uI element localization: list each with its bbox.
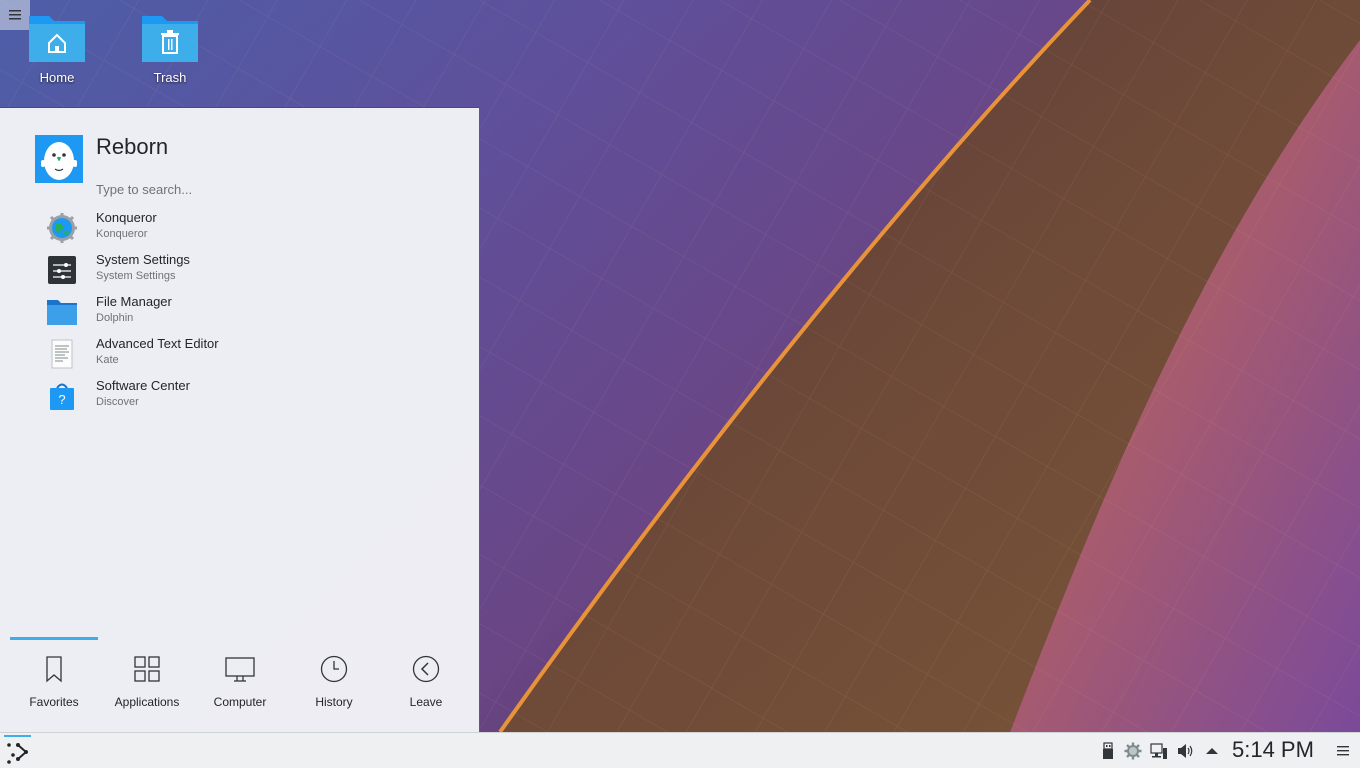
favorites-list: Konqueror Konqueror System Settings Syst…: [0, 206, 480, 416]
tab-label: Leave: [409, 695, 443, 709]
favorite-item-file-manager[interactable]: File Manager Dolphin: [0, 290, 480, 332]
favorite-item-system-settings[interactable]: System Settings System Settings: [0, 248, 480, 290]
home-folder-icon: [29, 16, 85, 62]
favorite-item-name: Konqueror: [96, 210, 157, 225]
volume-icon[interactable]: [1176, 742, 1194, 760]
tab-favorites[interactable]: Favorites: [9, 648, 99, 718]
tab-leave[interactable]: Leave: [381, 648, 471, 718]
applications-grid-icon: [134, 656, 160, 682]
software-center-icon: ?: [50, 383, 74, 410]
favorite-item-description: Dolphin: [96, 312, 134, 324]
taskbar-panel: 5:14 PM: [0, 732, 1360, 768]
system-settings-icon: [48, 256, 76, 284]
active-tab-indicator: [10, 637, 98, 640]
tab-label: Applications: [114, 695, 180, 709]
application-launcher: Reborn Konqueror Konqueror: [0, 107, 480, 732]
svg-text:?: ?: [58, 392, 65, 407]
bookmark-icon: [46, 656, 62, 683]
updates-gear-icon[interactable]: [1124, 742, 1142, 760]
desktop-icon-home[interactable]: Home: [17, 10, 97, 96]
user-avatar-icon[interactable]: [35, 135, 83, 183]
favorite-item-description: Discover: [96, 396, 139, 408]
desktop-icon-label: Home: [39, 70, 75, 85]
network-icon[interactable]: [1150, 742, 1168, 760]
launcher-tabs: Favorites Applications Computer History …: [0, 648, 480, 718]
desktop-icon-trash[interactable]: Trash: [130, 10, 210, 96]
tab-computer[interactable]: Computer: [195, 648, 285, 718]
text-editor-icon: [51, 339, 73, 369]
tab-history[interactable]: History: [289, 648, 379, 718]
leave-icon: [412, 655, 440, 683]
favorite-item-konqueror[interactable]: Konqueror Konqueror: [0, 206, 480, 248]
favorite-item-description: Konqueror: [96, 228, 148, 240]
tab-label: Computer: [213, 695, 267, 709]
favorite-item-name: File Manager: [96, 294, 172, 309]
konqueror-icon: [47, 213, 77, 243]
clock-icon: [320, 655, 348, 683]
digital-clock[interactable]: 5:14 PM: [1232, 737, 1314, 763]
desktop-icon-label: Trash: [153, 70, 187, 85]
tab-label: Favorites: [29, 695, 79, 709]
favorite-item-name: System Settings: [96, 252, 190, 267]
user-name: Reborn: [96, 134, 169, 159]
expand-tray-arrow-icon[interactable]: [1203, 742, 1221, 760]
favorite-item-text-editor[interactable]: Advanced Text Editor Kate: [0, 332, 480, 374]
computer-icon: [225, 657, 255, 682]
favorite-item-software-center[interactable]: ? Software Center Discover: [0, 374, 480, 416]
panel-options-icon[interactable]: [1336, 744, 1350, 758]
plasma-kicker-icon[interactable]: [4, 735, 32, 765]
favorite-item-description: Kate: [96, 354, 119, 366]
usb-device-icon[interactable]: [1099, 742, 1117, 760]
tab-label: History: [315, 695, 353, 709]
favorite-item-description: System Settings: [96, 270, 176, 282]
favorite-item-name: Advanced Text Editor: [96, 336, 219, 351]
favorite-item-name: Software Center: [96, 378, 190, 393]
trash-icon: [142, 16, 198, 62]
launcher-search-input[interactable]: [90, 178, 402, 200]
tab-applications[interactable]: Applications: [102, 648, 192, 718]
folder-icon: [47, 300, 77, 325]
